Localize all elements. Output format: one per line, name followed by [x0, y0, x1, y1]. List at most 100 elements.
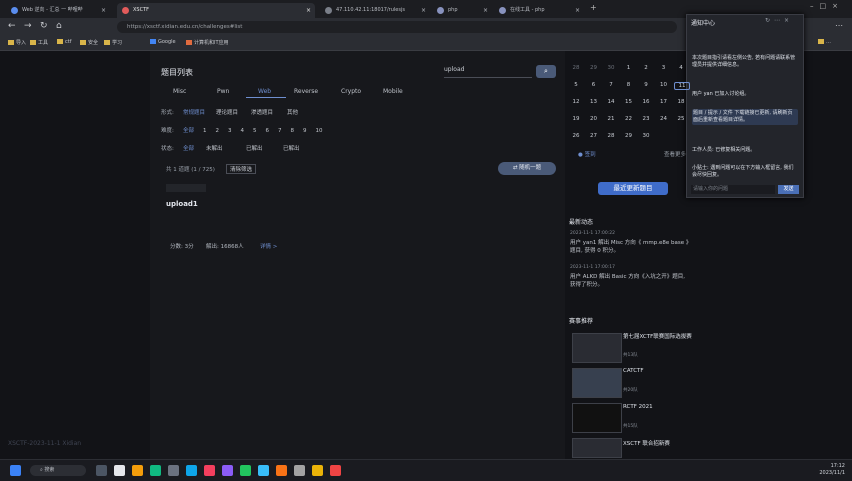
event-thumbnail[interactable] [572, 403, 622, 433]
chat-input[interactable]: 请输入你的问题 [691, 185, 775, 194]
tab-pwn[interactable]: Pwn [217, 88, 229, 95]
status-solved-alt[interactable]: 已解出 [283, 144, 300, 152]
calendar-day[interactable]: 11 [674, 82, 690, 90]
calendar-day[interactable]: 9 [639, 82, 653, 88]
difficulty-option[interactable]: 9 [303, 128, 307, 134]
difficulty-option[interactable]: 7 [278, 128, 282, 134]
bookmark-item[interactable]: … [818, 39, 831, 45]
forward-icon[interactable]: → [24, 21, 32, 31]
file-explorer-icon[interactable] [132, 465, 143, 476]
calendar-day[interactable]: 30 [639, 133, 653, 139]
calendar-day[interactable]: 6 [587, 82, 601, 88]
close-icon[interactable]: × [101, 3, 106, 18]
search-input[interactable]: upload [444, 66, 532, 78]
taskbar-search[interactable]: ⌕ 搜索 [30, 465, 86, 476]
event-thumbnail[interactable] [572, 438, 622, 458]
filter-pentest[interactable]: 渗透题目 [251, 108, 273, 116]
difficulty-option[interactable]: 全部 [183, 128, 194, 134]
calendar-day[interactable]: 10 [657, 82, 671, 88]
app-icon[interactable] [294, 465, 305, 476]
home-icon[interactable]: ⌂ [56, 21, 62, 31]
event-name[interactable]: CATCTF [623, 368, 644, 374]
panel-controls[interactable]: ↻⋯× [765, 17, 793, 24]
difficulty-option[interactable]: 10 [316, 128, 323, 134]
calendar-day[interactable]: 25 [674, 116, 688, 122]
calendar-day[interactable]: 28 [604, 133, 618, 139]
back-icon[interactable]: ← [8, 21, 16, 31]
event-name[interactable]: XSCTF 联合招新赛 [623, 439, 670, 447]
tab-1[interactable]: XSCTF × [117, 3, 315, 18]
send-button[interactable]: 发送 [778, 185, 799, 194]
app-icon[interactable] [312, 465, 323, 476]
calendar-day[interactable]: 13 [587, 99, 601, 105]
random-challenge-button[interactable]: ⇄ 随机一题 [498, 162, 556, 175]
calendar-day[interactable]: 29 [622, 133, 636, 139]
tab-2[interactable]: 47.110.42.11:18017/rulesjs × [320, 3, 430, 18]
taskbar-clock[interactable]: 17:12 2023/11/1 [805, 463, 845, 477]
app-icon[interactable] [114, 465, 125, 476]
window-controls[interactable]: –□× [810, 2, 844, 10]
app-icon[interactable] [276, 465, 287, 476]
difficulty-option[interactable]: 8 [291, 128, 295, 134]
difficulty-option[interactable]: 2 [216, 128, 220, 134]
bookmark-item[interactable]: 计算机和IT应用 [186, 39, 229, 46]
calendar-day[interactable]: 22 [622, 116, 636, 122]
windows-start-icon[interactable] [10, 465, 21, 476]
event-name[interactable]: 第七届XCTF联赛国际选拔赛 [623, 333, 693, 341]
close-icon[interactable]: × [306, 3, 311, 18]
close-icon[interactable]: × [421, 3, 426, 18]
bookmark-item[interactable]: 安全 [80, 39, 98, 46]
app-icon[interactable] [330, 465, 341, 476]
app-icon[interactable] [186, 465, 197, 476]
filter-regular[interactable]: 常规题目 [183, 108, 205, 116]
calendar-day[interactable]: 8 [622, 82, 636, 88]
filter-theory[interactable]: 理论题目 [216, 108, 238, 116]
calendar-day[interactable]: 18 [674, 99, 688, 105]
calendar-day[interactable]: 4 [674, 65, 688, 71]
calendar-day[interactable]: 27 [587, 133, 601, 139]
app-icon[interactable] [240, 465, 251, 476]
calendar-day[interactable]: 2 [639, 65, 653, 71]
bookmark-item[interactable]: 导入 [8, 39, 26, 46]
search-button[interactable]: ⌕ [536, 65, 556, 78]
calendar-day[interactable]: 15 [622, 99, 636, 105]
latest-challenges-banner[interactable]: 最近更新题目 [598, 182, 668, 195]
calendar-day[interactable]: 12 [569, 99, 583, 105]
tab-misc[interactable]: Misc [173, 88, 186, 95]
tab-0[interactable]: Web 逆向 - 汇总 一 哔哩哔 × [6, 3, 110, 18]
calendar-signin[interactable]: ● 签到 [578, 150, 596, 158]
app-icon[interactable] [150, 465, 161, 476]
calendar-day[interactable]: 5 [569, 82, 583, 88]
app-icon[interactable] [204, 465, 215, 476]
app-icon[interactable] [168, 465, 179, 476]
calendar-day[interactable]: 20 [587, 116, 601, 122]
tab-4[interactable]: 在线工具 - php × [494, 3, 584, 18]
calendar-day[interactable]: 19 [569, 116, 583, 122]
difficulty-option[interactable]: 3 [228, 128, 232, 134]
calendar-day[interactable]: 21 [604, 116, 618, 122]
tab-web[interactable]: Web [258, 88, 271, 95]
calendar-day[interactable]: 17 [657, 99, 671, 105]
bookmark-item[interactable]: 工具 [30, 39, 48, 46]
difficulty-option[interactable]: 6 [266, 128, 270, 134]
calendar-day[interactable]: 1 [622, 65, 636, 71]
calendar-day[interactable]: 30 [604, 65, 618, 71]
tab-reverse[interactable]: Reverse [294, 88, 318, 95]
status-solved[interactable]: 已解出 [246, 144, 263, 152]
calendar-day[interactable]: 14 [604, 99, 618, 105]
challenge-detail-link[interactable]: 详情 > [260, 242, 277, 250]
app-icon[interactable] [258, 465, 269, 476]
bookmark-item[interactable]: 学习 [104, 39, 122, 46]
difficulty-option[interactable]: 5 [253, 128, 257, 134]
address-input[interactable]: https://xsctf.xidian.edu.cn/challenges#l… [117, 21, 677, 33]
tab-crypto[interactable]: Crypto [341, 88, 361, 95]
tab-mobile[interactable]: Mobile [383, 88, 403, 95]
calendar-day[interactable]: 7 [604, 82, 618, 88]
difficulty-option[interactable]: 1 [203, 128, 207, 134]
event-name[interactable]: RCTF 2021 [623, 404, 653, 410]
reload-icon[interactable]: ↻ [40, 21, 48, 31]
menu-icon[interactable]: ⋯ [835, 21, 843, 30]
event-thumbnail[interactable] [572, 368, 622, 398]
status-all[interactable]: 全部 [183, 144, 194, 152]
calendar-day[interactable]: 3 [657, 65, 671, 71]
